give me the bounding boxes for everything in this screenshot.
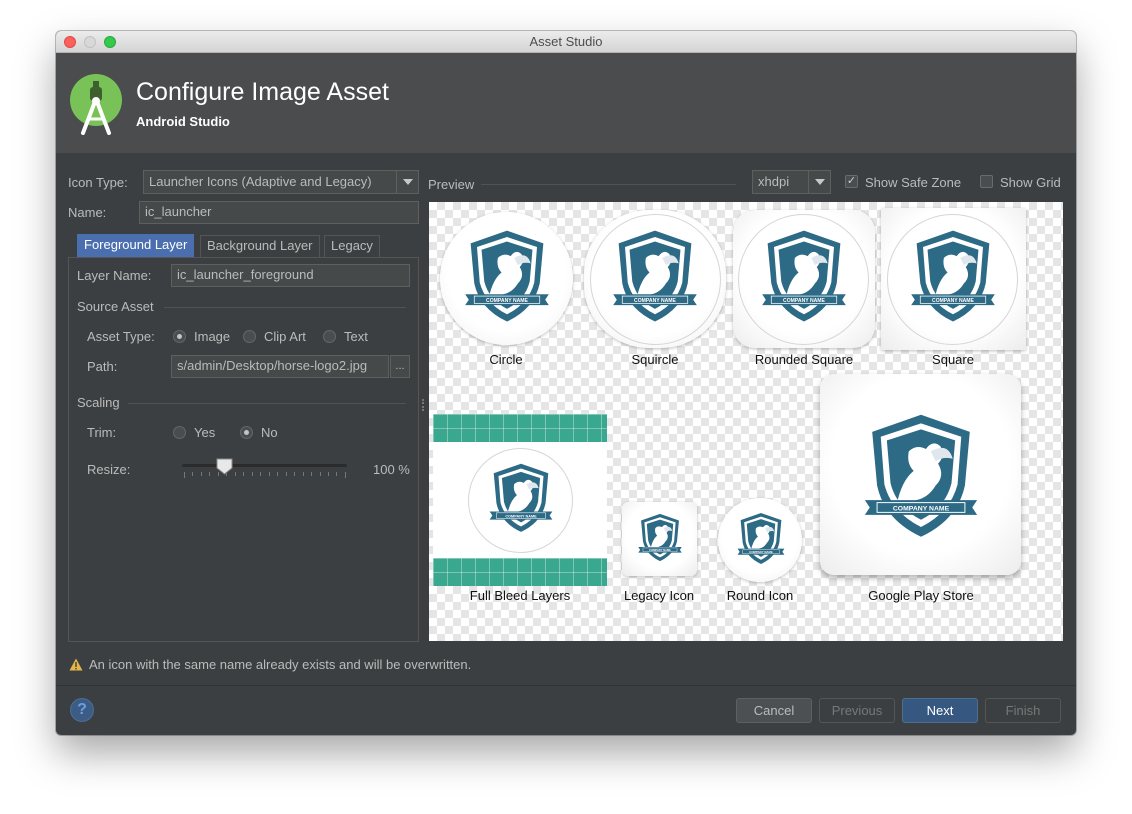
splitter-handle[interactable] <box>422 399 424 411</box>
legacy-icon-label: Legacy Icon <box>623 588 695 603</box>
svg-text:COMPANY NAME: COMPANY NAME <box>749 550 773 554</box>
name-input[interactable]: ic_launcher <box>139 201 419 224</box>
shield-logo-icon: COMPANY NAME <box>860 402 982 552</box>
path-label: Path: <box>87 359 118 374</box>
asset-type-label: Asset Type: <box>87 329 155 344</box>
close-window-button[interactable] <box>64 36 76 48</box>
density-select[interactable]: xhdpi <box>752 170 831 194</box>
minimize-window-button[interactable] <box>84 36 96 48</box>
shield-logo-icon: COMPANY NAME <box>756 227 852 327</box>
play-store-label: Google Play Store <box>868 588 974 603</box>
resize-slider-ticks <box>184 472 346 478</box>
page-title: Configure Image Asset <box>136 78 389 106</box>
layer-name-label: Layer Name: <box>77 268 152 283</box>
preview-canvas: COMPANY NAME Circle COMPANY NAME Squircl… <box>429 202 1063 641</box>
svg-text:COMPANY NAME: COMPANY NAME <box>783 298 825 304</box>
shield-logo-icon: COMPANY NAME <box>486 461 556 536</box>
previous-button[interactable]: Previous <box>819 698 895 723</box>
scaling-title: Scaling <box>77 395 120 410</box>
icon-type-select[interactable]: Launcher Icons (Adaptive and Legacy) <box>143 170 419 194</box>
show-grid-label: Show Grid <box>1000 175 1061 190</box>
svg-text:COMPANY NAME: COMPANY NAME <box>932 298 974 304</box>
overwrite-warning: An icon with the same name already exist… <box>69 657 471 672</box>
trim-label: Trim: <box>87 425 117 440</box>
tab-legacy[interactable]: Legacy <box>324 235 380 257</box>
name-label: Name: <box>68 205 107 220</box>
asset-type-image-radio[interactable] <box>173 330 186 343</box>
title-bar: Asset Studio <box>56 31 1076 53</box>
icon-type-value: Launcher Icons (Adaptive and Legacy) <box>149 174 372 189</box>
browse-button[interactable]: ... <box>390 355 410 378</box>
circle-label: Circle <box>489 352 523 367</box>
cancel-button[interactable]: Cancel <box>736 698 812 723</box>
preview-divider <box>481 184 736 185</box>
android-studio-logo-icon <box>70 74 122 135</box>
foreground-layer-panel <box>68 257 419 642</box>
window-title: Asset Studio <box>529 34 603 49</box>
shield-logo-icon: COMPANY NAME <box>905 227 1001 327</box>
asset-type-clipart-label: Clip Art <box>264 329 306 344</box>
full-bleed-bottom-band <box>433 558 607 586</box>
svg-text:COMPANY NAME: COMPANY NAME <box>893 506 950 513</box>
svg-text:COMPANY NAME: COMPANY NAME <box>649 548 671 552</box>
shield-logo-icon: COMPANY NAME <box>735 511 787 567</box>
shield-logo-icon: COMPANY NAME <box>636 512 684 564</box>
resize-value: 100 % <box>373 462 410 477</box>
source-asset-title: Source Asset <box>77 299 154 314</box>
tab-foreground-layer[interactable]: Foreground Layer <box>77 234 195 257</box>
resize-slider-track[interactable] <box>182 464 347 467</box>
path-input[interactable]: s/admin/Desktop/horse-logo2.jpg <box>171 355 389 378</box>
warning-icon <box>69 658 83 671</box>
asset-type-image-label: Image <box>194 329 231 344</box>
trim-yes-radio[interactable] <box>173 426 186 439</box>
shield-logo-icon: COMPANY NAME <box>459 227 555 327</box>
trim-no-radio[interactable] <box>240 426 253 439</box>
full-bleed-top-band <box>433 414 607 442</box>
finish-button[interactable]: Finish <box>985 698 1061 723</box>
shield-logo-icon: COMPANY NAME <box>607 227 703 327</box>
preview-title: Preview <box>428 177 475 192</box>
chevron-down-icon <box>396 171 418 193</box>
full-bleed-label: Full Bleed Layers <box>469 588 571 603</box>
density-value: xhdpi <box>758 174 790 189</box>
scaling-divider <box>128 403 406 404</box>
squircle-label: Squircle <box>631 352 679 367</box>
square-label: Square <box>932 352 974 367</box>
round-icon-label: Round Icon <box>726 588 794 603</box>
help-button[interactable]: ? <box>70 698 94 722</box>
layer-name-input[interactable]: ic_launcher_foreground <box>171 264 410 287</box>
trim-no-label: No <box>261 425 278 440</box>
resize-label: Resize: <box>87 462 131 477</box>
warning-text: An icon with the same name already exist… <box>89 657 472 672</box>
show-safe-zone-label: Show Safe Zone <box>865 175 962 190</box>
tab-background-layer[interactable]: Background Layer <box>200 235 320 257</box>
icon-type-label: Icon Type: <box>68 175 128 190</box>
svg-text:COMPANY NAME: COMPANY NAME <box>505 514 537 518</box>
rounded-square-label: Rounded Square <box>754 352 854 367</box>
asset-type-text-label: Text <box>344 329 368 344</box>
footer-divider <box>56 685 1076 686</box>
svg-text:COMPANY NAME: COMPANY NAME <box>486 298 528 304</box>
maximize-window-button[interactable] <box>104 36 116 48</box>
source-asset-divider <box>164 307 406 308</box>
show-grid-checkbox[interactable] <box>980 175 993 188</box>
chevron-down-icon <box>808 171 830 193</box>
wizard-header: Configure Image Asset Android Studio <box>56 53 1076 153</box>
next-button[interactable]: Next <box>902 698 978 723</box>
svg-text:COMPANY NAME: COMPANY NAME <box>634 298 676 304</box>
asset-studio-window: Asset Studio Configure Image Asset Andro… <box>56 31 1076 735</box>
asset-type-text-radio[interactable] <box>323 330 336 343</box>
trim-yes-label: Yes <box>194 425 216 440</box>
page-subtitle: Android Studio <box>136 114 230 129</box>
show-safe-zone-checkbox[interactable]: ✓ <box>845 175 858 188</box>
asset-type-clipart-radio[interactable] <box>243 330 256 343</box>
